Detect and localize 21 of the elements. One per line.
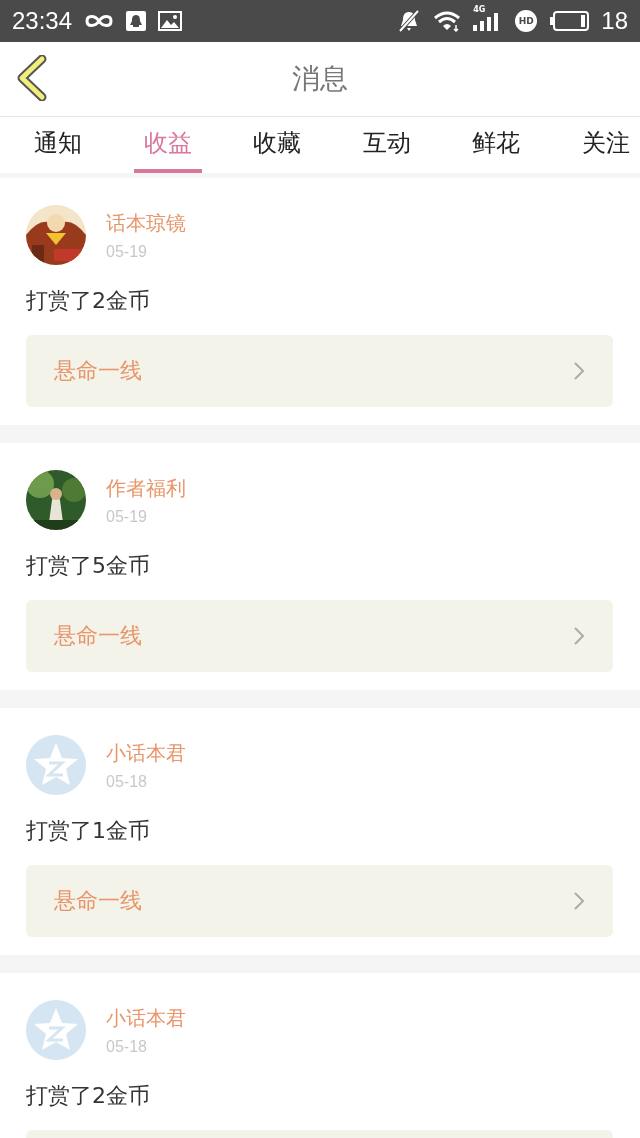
- network-type: 4G: [473, 5, 486, 14]
- clock-time: 23:34: [12, 7, 73, 35]
- book-title: 悬命一线: [54, 887, 142, 915]
- tab[interactable]: 关注: [571, 117, 640, 173]
- hd-badge: HD: [515, 10, 538, 32]
- message-text: 打赏了2金币: [26, 287, 151, 315]
- sender-name: 小话本君: [106, 740, 186, 767]
- page-title: 消息: [292, 61, 348, 97]
- message-text: 打赏了1金币: [26, 817, 151, 845]
- book-title: 悬命一线: [54, 357, 142, 385]
- book-title: 悬命一线: [54, 622, 142, 650]
- tab[interactable]: 互动: [352, 117, 421, 173]
- message-text: 打赏了5金币: [26, 552, 151, 580]
- tab[interactable]: 通知: [24, 117, 92, 173]
- tab[interactable]: 鲜花: [462, 117, 531, 173]
- sender-name: 小话本君: [106, 1005, 186, 1032]
- message-text: 打赏了2金币: [26, 1082, 151, 1110]
- sender-name: 话本琼镜: [106, 210, 186, 237]
- tab[interactable]: 收藏: [243, 117, 312, 173]
- sender-name: 作者福利: [106, 475, 186, 502]
- battery-level: 18: [601, 7, 628, 35]
